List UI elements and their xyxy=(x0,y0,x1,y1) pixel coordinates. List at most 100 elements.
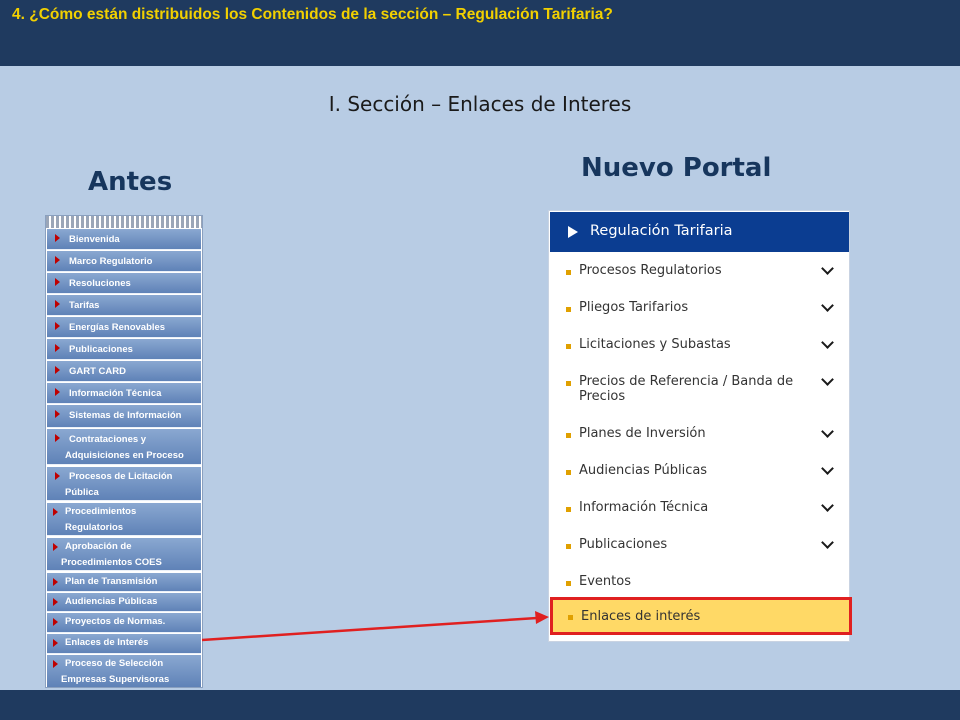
old-menu-item-label-line2: Empresas Supervisoras xyxy=(61,674,170,685)
chevron-down-icon[interactable] xyxy=(821,536,834,549)
old-menu-item-label: Información Técnica xyxy=(69,388,162,399)
old-menu-item[interactable]: Procedimientos Regulatorios xyxy=(47,503,201,536)
portal-menu-item[interactable]: Audiencias Públicas xyxy=(550,462,849,492)
old-menu-item-label: Energías Renovables xyxy=(69,322,166,333)
red-arrow-icon xyxy=(55,366,60,374)
old-menu-item[interactable]: Sistemas de Información xyxy=(47,405,201,428)
portal-menu-item-label: Procesos Regulatorios xyxy=(579,263,722,278)
red-arrow-icon xyxy=(55,472,60,480)
red-arrow-icon xyxy=(53,598,58,606)
portal-menu-item-label: Precios de Referencia / Banda de Precios xyxy=(579,374,794,404)
old-menu-item-label: GART CARD xyxy=(69,366,126,377)
red-arrow-icon xyxy=(55,256,60,264)
portal-menu-item-label: Publicaciones xyxy=(579,537,668,552)
old-menu-item[interactable]: Procesos de Licitación Pública xyxy=(47,467,201,501)
top-title-bar: 4. ¿Cómo están distribuidos los Contenid… xyxy=(0,0,960,66)
old-menu-item-label-line2: Adquisiciones en Proceso xyxy=(65,450,184,461)
portal-menu-item[interactable]: Información Técnica xyxy=(550,499,849,529)
old-menu-item[interactable]: Plan de Transmisión xyxy=(47,573,201,592)
red-arrow-icon xyxy=(55,234,60,242)
old-menu-top-strip xyxy=(46,216,202,228)
portal-menu-header[interactable]: Regulación Tarifaria xyxy=(550,212,849,252)
red-arrow-icon xyxy=(53,578,58,586)
portal-menu-item-label: Enlaces de interés xyxy=(581,609,701,624)
bottom-bar xyxy=(0,690,960,720)
old-menu-item-label-line2: Procedimientos COES xyxy=(61,557,162,568)
portal-menu-item[interactable]: Procesos Regulatorios xyxy=(550,262,849,292)
red-arrow-icon xyxy=(55,410,60,418)
old-menu-item[interactable]: Proyectos de Normas. xyxy=(47,613,201,633)
portal-menu-header-label: Regulación Tarifaria xyxy=(590,223,733,239)
red-arrow-icon xyxy=(55,278,60,286)
square-bullet-icon xyxy=(566,307,571,312)
square-bullet-icon xyxy=(566,270,571,275)
portal-menu-item[interactable]: Pliegos Tarifarios xyxy=(550,299,849,329)
red-arrow-icon xyxy=(53,618,58,626)
old-menu-item-label-line2: Regulatorios xyxy=(65,522,124,533)
old-menu-item-label: Proceso de Selección xyxy=(65,658,164,669)
old-menu-screenshot: Bienvenida Marco Regulatorio Resolucione… xyxy=(45,215,203,688)
portal-menu-item[interactable]: Licitaciones y Subastas xyxy=(550,336,849,366)
chevron-down-icon[interactable] xyxy=(821,462,834,475)
old-menu-item[interactable]: Contrataciones y Adquisiciones en Proces… xyxy=(47,429,201,465)
square-bullet-icon xyxy=(566,581,571,586)
old-menu-item[interactable]: Bienvenida xyxy=(47,229,201,250)
portal-menu-item-label: Pliegos Tarifarios xyxy=(579,300,689,315)
old-menu-item-label: Plan de Transmisión xyxy=(65,576,158,587)
chevron-down-icon[interactable] xyxy=(821,373,834,386)
chevron-down-icon[interactable] xyxy=(821,499,834,512)
red-arrow-icon xyxy=(55,388,60,396)
old-menu-item-label: Marco Regulatorio xyxy=(69,256,153,267)
chevron-down-icon[interactable] xyxy=(821,262,834,275)
old-menu-item[interactable]: Energías Renovables xyxy=(47,317,201,338)
arrow-head xyxy=(535,611,549,624)
antes-heading: Antes xyxy=(88,167,173,197)
red-arrow-icon xyxy=(53,543,58,551)
old-menu-item-enlaces[interactable]: Enlaces de Interés xyxy=(47,634,201,654)
portal-menu-item-label: Audiencias Públicas xyxy=(579,463,708,478)
old-menu-item-label: Aprobación de xyxy=(65,541,132,552)
old-menu-item[interactable]: Audiencias Públicas xyxy=(47,593,201,612)
old-menu-item-label: Procesos de Licitación xyxy=(69,471,173,482)
old-menu-item-label: Proyectos de Normas. xyxy=(65,616,166,627)
red-arrow-icon xyxy=(55,434,60,442)
portal-menu-item[interactable]: Eventos xyxy=(550,573,849,599)
old-menu-item[interactable]: GART CARD xyxy=(47,361,201,382)
old-menu-item[interactable]: Resoluciones xyxy=(47,273,201,294)
portal-menu-item-enlaces-highlighted[interactable]: Enlaces de interés xyxy=(550,597,852,635)
portal-menu-item[interactable]: Precios de Referencia / Banda de Precios xyxy=(550,373,849,417)
square-bullet-icon xyxy=(566,507,571,512)
old-menu-item[interactable]: Aprobación de Procedimientos COES xyxy=(47,538,201,571)
square-bullet-icon xyxy=(566,433,571,438)
arrow-line xyxy=(201,616,538,642)
red-arrow-icon xyxy=(55,300,60,308)
chevron-down-icon[interactable] xyxy=(821,299,834,312)
chevron-down-icon[interactable] xyxy=(821,336,834,349)
portal-menu-item[interactable]: Publicaciones xyxy=(550,536,849,566)
triangle-right-icon xyxy=(568,226,578,238)
square-bullet-icon xyxy=(566,381,571,386)
red-arrow-icon xyxy=(53,508,58,516)
old-menu-item[interactable]: Publicaciones xyxy=(47,339,201,360)
portal-menu-item-label: Información Técnica xyxy=(579,500,709,515)
square-bullet-icon xyxy=(566,470,571,475)
old-menu-item-label: Publicaciones xyxy=(69,344,133,355)
old-menu-item-label: Procedimientos xyxy=(65,506,137,517)
red-arrow-icon xyxy=(53,639,58,647)
section-subtitle: I. Sección – Enlaces de Interes xyxy=(328,92,632,116)
old-menu-item-label: Sistemas de Información xyxy=(69,410,182,421)
square-bullet-icon xyxy=(566,544,571,549)
old-menu-item[interactable]: Proceso de Selección Empresas Supervisor… xyxy=(47,655,201,687)
old-menu-item[interactable]: Información Técnica xyxy=(47,383,201,404)
portal-menu-item-label: Eventos xyxy=(579,574,631,589)
old-menu-item[interactable]: Marco Regulatorio xyxy=(47,251,201,272)
old-menu-item[interactable]: Tarifas xyxy=(47,295,201,316)
red-arrow-icon xyxy=(55,322,60,330)
old-menu-item-label: Resoluciones xyxy=(69,278,131,289)
old-menu-item-label: Bienvenida xyxy=(69,234,120,245)
portal-menu-item[interactable]: Planes de Inversión xyxy=(550,425,849,455)
portal-menu-item-label: Planes de Inversión xyxy=(579,426,706,441)
portal-menu-item-label: Licitaciones y Subastas xyxy=(579,337,731,352)
chevron-down-icon[interactable] xyxy=(821,425,834,438)
new-portal-menu: Regulación Tarifaria Procesos Regulatori… xyxy=(548,210,850,642)
